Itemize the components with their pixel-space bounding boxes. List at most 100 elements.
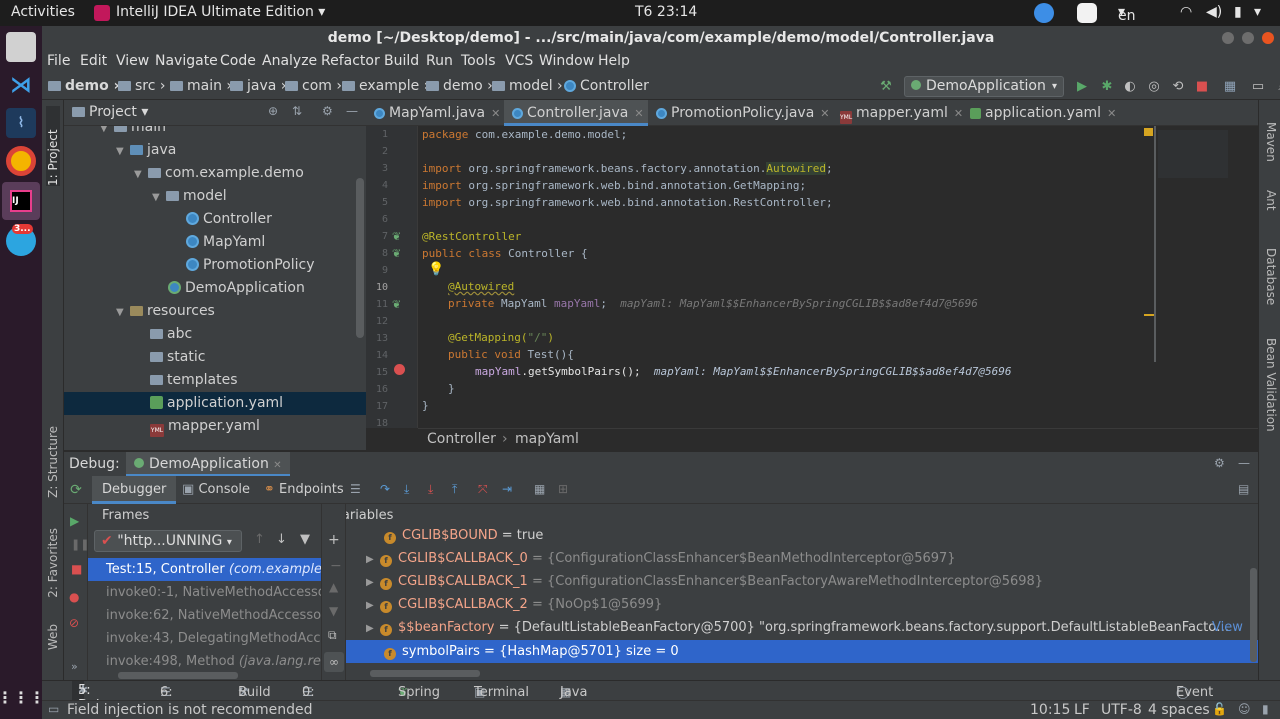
menu-code[interactable]: Code xyxy=(220,53,256,69)
breadcrumb-java[interactable]: java › xyxy=(230,78,286,94)
editor-gutter[interactable]: 1 2 3 4 5 6 7 8 9 10 11 12 13 14 15 16 1… xyxy=(366,126,418,429)
menu-tools[interactable]: Tools xyxy=(461,53,496,69)
tree-node[interactable]: ▼ main xyxy=(64,126,366,139)
tab-endpoints[interactable]: ⚭ Endpoints xyxy=(264,482,344,497)
arrow-up-icon[interactable]: ↑ xyxy=(254,532,265,547)
breadcrumb-controller[interactable]: Controller xyxy=(564,78,649,94)
spring-bean-gutter-icon[interactable]: ❦ xyxy=(392,247,401,260)
battery-icon[interactable]: ▮ xyxy=(1234,4,1242,20)
frames-hscrollbar[interactable] xyxy=(118,672,238,679)
tree-node[interactable]: DemoApplication xyxy=(64,277,366,300)
locate-icon[interactable]: ⊕ xyxy=(268,104,278,118)
move-up-icon[interactable]: ▲ xyxy=(329,580,338,594)
breadcrumb-demo-pkg[interactable]: demo › xyxy=(426,78,493,94)
code-editor[interactable]: package com.example.demo.model; import o… xyxy=(418,126,1158,428)
chat-indicator-icon[interactable] xyxy=(1077,3,1097,23)
close-tab-icon[interactable]: ✕ xyxy=(820,107,829,120)
chevron-right-icon[interactable]: ▶ xyxy=(366,617,380,640)
caret-position[interactable]: 10:15 xyxy=(1030,702,1070,718)
status-message[interactable]: Field injection is not recommended xyxy=(67,702,312,718)
trace-icon[interactable]: ⊞ xyxy=(558,482,568,496)
menu-vcs[interactable]: VCS xyxy=(505,53,533,69)
tool-window-project[interactable]: 1: Project xyxy=(46,106,60,186)
line-separator[interactable]: LF xyxy=(1074,702,1090,718)
variables-hscrollbar[interactable] xyxy=(370,670,480,677)
menu-view[interactable]: View xyxy=(116,53,149,69)
tree-node[interactable]: YML mapper.yaml xyxy=(64,415,366,438)
minimize-icon[interactable] xyxy=(1222,32,1234,44)
editor-minimap[interactable] xyxy=(1140,126,1258,428)
menu-edit[interactable]: Edit xyxy=(80,53,107,69)
inspector-icon[interactable]: ☺ xyxy=(1238,702,1251,716)
tab-mapper-yaml[interactable]: YML mapper.yaml ✕ xyxy=(832,100,963,126)
profile-icon[interactable]: ◎ xyxy=(1146,79,1162,95)
show-execution-point-icon[interactable]: ☰ xyxy=(350,482,361,496)
gear-icon[interactable]: ⚙ xyxy=(322,104,333,118)
hide-panel-icon[interactable]: — xyxy=(346,104,358,118)
language-selector[interactable]: en ▾ xyxy=(1118,4,1136,24)
frame-row[interactable]: Test:15, Controller (com.example.d xyxy=(88,558,321,581)
debug-icon[interactable]: ✱ xyxy=(1099,79,1115,95)
menu-file[interactable]: File xyxy=(47,53,70,69)
chrome-icon[interactable] xyxy=(6,146,36,176)
files-icon[interactable] xyxy=(6,32,36,62)
tool-window-database[interactable]: Database xyxy=(1264,248,1278,305)
new-watch-icon[interactable]: + xyxy=(328,532,340,548)
rerun-icon[interactable]: ⟳ xyxy=(64,476,88,504)
app-menu[interactable]: IntelliJ IDEA Ultimate Edition ▾ xyxy=(116,4,325,20)
variable-row[interactable]: ▶ f $$beanFactory = {DefaultListableBeanFa… xyxy=(346,616,1258,639)
chevron-right-icon[interactable]: ▶ xyxy=(366,571,380,594)
stop-icon[interactable]: ■ xyxy=(1194,79,1210,95)
run-icon[interactable]: ▶ xyxy=(1074,79,1090,95)
remove-watch-icon[interactable]: − xyxy=(330,558,342,574)
indent-setting[interactable]: 4 spaces xyxy=(1148,702,1210,718)
tool-window-ant[interactable]: Ant xyxy=(1264,190,1278,211)
clock[interactable]: T6 23:14 xyxy=(635,4,697,20)
hide-panel-icon[interactable]: — xyxy=(1238,456,1250,470)
editor-scrollbar[interactable] xyxy=(1154,126,1156,362)
tool-window-bean-validation[interactable]: Bean Validation xyxy=(1264,338,1278,432)
warning-stripe-icon[interactable] xyxy=(1144,314,1154,316)
tree-node[interactable]: ▼ model xyxy=(64,185,366,208)
dbeaver-icon[interactable]: ⌇ xyxy=(6,108,36,138)
view-breakpoints-icon[interactable]: ● xyxy=(69,590,79,604)
menu-analyze[interactable]: Analyze xyxy=(262,53,317,69)
tab-promotionpolicy[interactable]: PromotionPolicy.java ✕ xyxy=(648,100,832,126)
evaluate-expression-icon[interactable]: ▦ xyxy=(534,482,545,496)
arrow-down-icon[interactable]: ↓ xyxy=(276,532,287,547)
build-hammer-icon[interactable]: ⚒ xyxy=(878,79,894,95)
autowired-gutter-icon[interactable]: ❦ xyxy=(392,298,401,311)
variable-row-selected[interactable]: f symbolPairs = {HashMap@5701} size = 0 xyxy=(346,640,1258,663)
tree-scrollbar[interactable] xyxy=(356,178,364,338)
tool-window-structure[interactable]: Z: Structure xyxy=(46,426,60,498)
frame-row[interactable]: invoke:498, Method (java.lang.refl xyxy=(88,650,321,673)
frame-row[interactable]: invoke:43, DelegatingMethodAcce xyxy=(88,627,321,650)
menu-build[interactable]: Build xyxy=(384,53,419,69)
collapse-all-icon[interactable]: ⇅ xyxy=(292,104,302,118)
tab-debugger[interactable]: Debugger xyxy=(92,476,177,504)
lightbulb-icon[interactable]: 💡 xyxy=(428,262,444,277)
menu-help[interactable]: Help xyxy=(598,53,630,69)
tree-node[interactable]: MapYaml xyxy=(64,231,366,254)
drop-frame-icon[interactable]: ⤧ xyxy=(478,482,488,497)
editor-crumb-field[interactable]: mapYaml xyxy=(515,431,579,447)
close-tab-icon[interactable]: ✕ xyxy=(634,107,643,120)
menu-window[interactable]: Window xyxy=(539,53,594,69)
maximize-icon[interactable] xyxy=(1242,32,1254,44)
browser-indicator-icon[interactable] xyxy=(1034,3,1054,23)
menu-navigate[interactable]: Navigate xyxy=(155,53,218,69)
close-tab-icon[interactable]: ✕ xyxy=(1107,107,1116,120)
tool-window-favorites[interactable]: 2: Favorites xyxy=(46,528,60,598)
breadcrumb-demo[interactable]: demo › xyxy=(48,78,119,94)
tree-node[interactable]: templates xyxy=(64,369,366,392)
mute-breakpoints-icon[interactable]: ⊘ xyxy=(69,616,79,630)
breadcrumb-example[interactable]: example › xyxy=(342,78,429,94)
run-config-selector[interactable]: DemoApplication ▾ xyxy=(904,76,1064,97)
tree-node-selected[interactable]: application.yaml xyxy=(64,392,366,415)
search-icon[interactable]: ⌕ xyxy=(1274,79,1280,95)
close-icon[interactable] xyxy=(1262,32,1274,44)
coverage-icon[interactable]: ◐ xyxy=(1122,79,1138,95)
editor-crumb-class[interactable]: Controller xyxy=(427,431,496,447)
breadcrumb-com[interactable]: com › xyxy=(285,78,342,94)
frame-row[interactable]: invoke0:-1, NativeMethodAccesso xyxy=(88,581,321,604)
